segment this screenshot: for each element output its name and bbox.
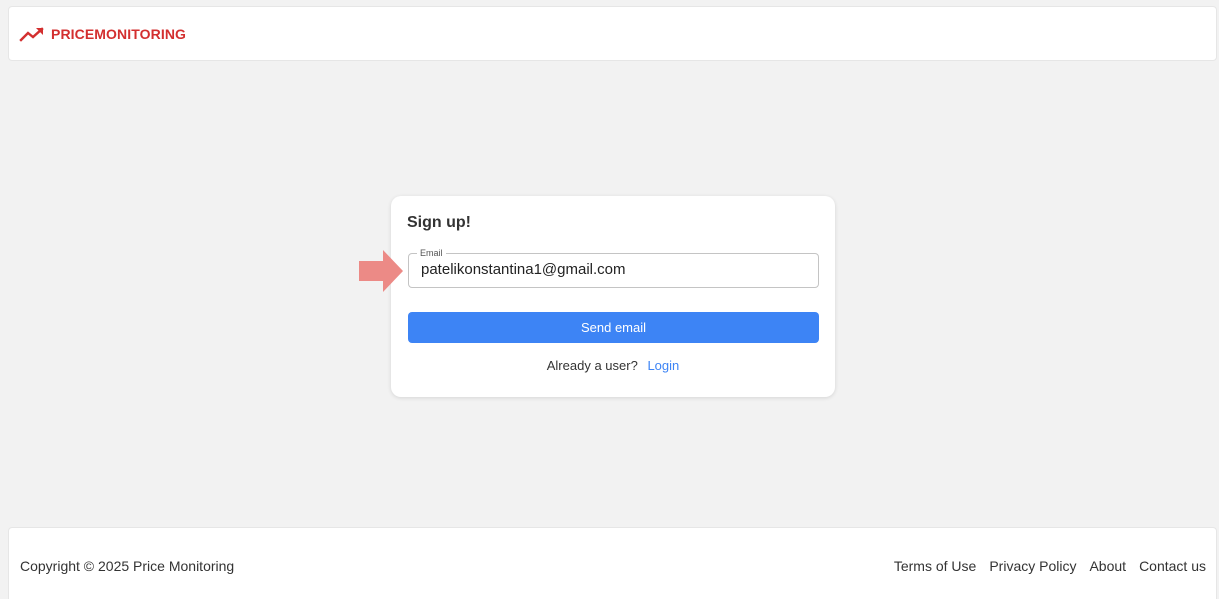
- send-email-button[interactable]: Send email: [408, 312, 819, 343]
- email-input[interactable]: [421, 260, 801, 280]
- privacy-policy-link[interactable]: Privacy Policy: [989, 558, 1076, 574]
- already-user-row: Already a user? Login: [391, 358, 835, 373]
- arrow-right-icon: [359, 250, 403, 292]
- copyright-text: Copyright © 2025 Price Monitoring: [20, 558, 235, 574]
- contact-us-link[interactable]: Contact us: [1139, 558, 1206, 574]
- brand-name: PRICEMONITORING: [51, 25, 187, 42]
- email-field[interactable]: Email: [408, 247, 819, 288]
- page: PRICEMONITORING Sign up! Email Send emai…: [0, 0, 1219, 599]
- footer-links: Terms of Use Privacy Policy About Contac…: [894, 558, 1206, 574]
- already-user-text: Already a user?: [546, 358, 638, 373]
- login-link[interactable]: Login: [647, 358, 679, 373]
- top-navbar: PRICEMONITORING: [8, 6, 1217, 61]
- signup-card: Sign up! Email Send email Already a user…: [391, 196, 835, 397]
- trending-up-icon: [19, 25, 45, 43]
- brand-logo-link[interactable]: PRICEMONITORING: [19, 25, 186, 43]
- email-field-label: Email: [417, 247, 446, 259]
- signup-title: Sign up!: [407, 214, 471, 231]
- footer: Copyright © 2025 Price Monitoring Terms …: [8, 527, 1217, 599]
- terms-of-use-link[interactable]: Terms of Use: [894, 558, 976, 574]
- about-link[interactable]: About: [1089, 558, 1126, 574]
